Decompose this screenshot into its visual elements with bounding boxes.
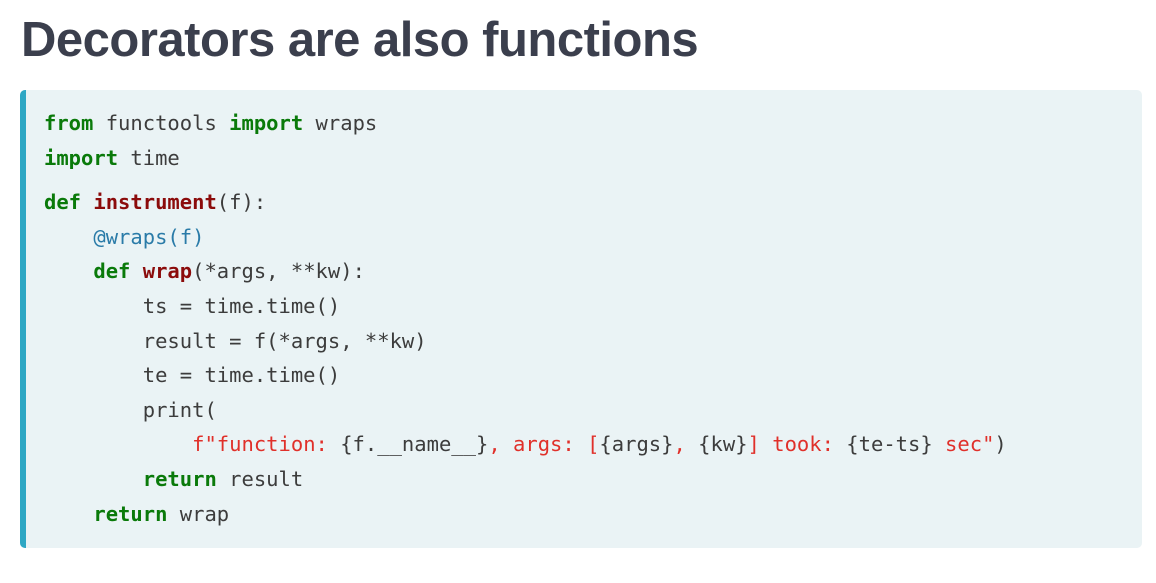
- code-text: result: [216, 466, 304, 491]
- keyword: from: [44, 111, 94, 135]
- code-text: print(: [44, 397, 217, 422]
- code-line: return result: [44, 462, 1007, 497]
- string-literal: sec": [932, 432, 995, 457]
- code-line: @wraps(f): [44, 220, 1007, 255]
- code-line: te = time.time(): [44, 358, 1007, 393]
- keyword: return: [93, 501, 168, 526]
- blank-gap: [44, 175, 1007, 185]
- code-text: functools: [93, 111, 230, 135]
- code-text: wraps: [303, 111, 378, 135]
- page-title: Decorators are also functions: [21, 13, 699, 67]
- string-literal: , args: [: [488, 432, 600, 457]
- code-line: ts = time.time(): [44, 289, 1007, 324]
- code-block: from functools import wraps import time …: [20, 90, 1142, 548]
- code-text: (f):: [216, 190, 267, 215]
- keyword: import: [44, 145, 119, 170]
- code-line: def instrument(f):: [44, 185, 1007, 220]
- keyword: return: [142, 466, 217, 491]
- code-line: return wrap: [44, 497, 1007, 532]
- code-line: import time: [44, 141, 1007, 176]
- code-listing: from functools import wraps import time …: [44, 106, 1007, 531]
- keyword: def: [44, 190, 82, 215]
- code-line: f"function: {f.__name__}, args: [{args},…: [44, 427, 1007, 462]
- fstring-field: {kw}: [698, 432, 748, 457]
- fstring-field: {te-ts}: [846, 432, 933, 457]
- code-text: te = time.time(): [44, 363, 341, 388]
- keyword: def: [93, 259, 131, 284]
- code-text: wrap: [167, 501, 230, 526]
- code-line: print(: [44, 393, 1007, 428]
- decorator: @wraps(f): [93, 224, 205, 249]
- code-line: from functools import wraps: [44, 106, 1007, 141]
- code-text: ): [994, 432, 1007, 457]
- code-text: result = f(*args, **kw): [44, 328, 427, 353]
- keyword: import: [229, 111, 304, 135]
- string-literal: ,: [673, 432, 699, 457]
- function-name: instrument: [93, 190, 217, 215]
- code-line: def wrap(*args, **kw):: [44, 254, 1007, 289]
- code-text: ts = time.time(): [44, 293, 341, 318]
- code-line: result = f(*args, **kw): [44, 324, 1007, 359]
- fstring-field: {args}: [599, 432, 674, 457]
- code-text: (*args, **kw):: [192, 259, 365, 284]
- string-literal: ] took:: [747, 432, 847, 457]
- code-text: time: [118, 145, 180, 170]
- string-literal: f"function:: [192, 432, 341, 457]
- fstring-field: {f.__name__}: [340, 432, 489, 457]
- function-name: wrap: [142, 259, 193, 284]
